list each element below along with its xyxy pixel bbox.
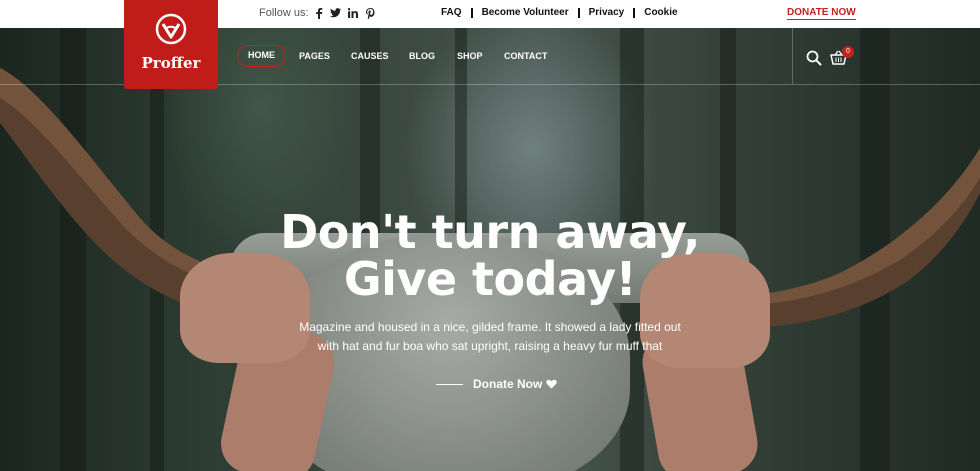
become-volunteer-link[interactable]: Become Volunteer [482,7,569,18]
facebook-icon[interactable] [315,8,323,23]
divider [633,7,636,18]
divider [577,7,580,18]
logo-text: Proffer [141,54,201,72]
logo-emblem-icon [155,13,187,45]
heart-icon [546,379,558,389]
hero-headline-line2: Give today! [343,252,637,306]
top-links: FAQ Become Volunteer Privacy Cookie [441,7,678,18]
privacy-link[interactable]: Privacy [589,7,625,18]
nav-item-causes[interactable]: CAUSES [351,45,389,67]
follow-us-label: Follow us: [259,7,309,19]
hero-headline-line1: Don't turn away, [280,205,700,259]
nav-item-home[interactable]: HOME [237,45,286,67]
cart-count-badge: 0 [842,46,854,58]
faq-link[interactable]: FAQ [441,7,462,18]
donate-now-link[interactable]: DONATE NOW [787,7,856,20]
hero-description: Magazine and housed in a nice, gilded fr… [299,320,681,353]
donate-now-button[interactable]: Donate Now [436,377,558,391]
nav-item-blog[interactable]: BLOG [409,45,435,67]
twitter-icon[interactable] [330,8,341,22]
nav-item-shop[interactable]: SHOP [457,45,483,67]
nav-item-pages[interactable]: PAGES [299,45,330,67]
site-logo[interactable]: Proffer [124,0,218,89]
pinterest-icon[interactable] [366,8,375,23]
nav-vertical-divider [792,28,793,84]
cta-line [436,383,463,385]
nav-item-contact[interactable]: CONTACT [504,45,547,67]
cookie-link[interactable]: Cookie [644,7,677,18]
linkedin-icon[interactable] [347,8,358,22]
search-icon[interactable] [806,50,822,71]
donate-now-label: Donate Now [473,377,543,391]
divider [470,7,473,18]
